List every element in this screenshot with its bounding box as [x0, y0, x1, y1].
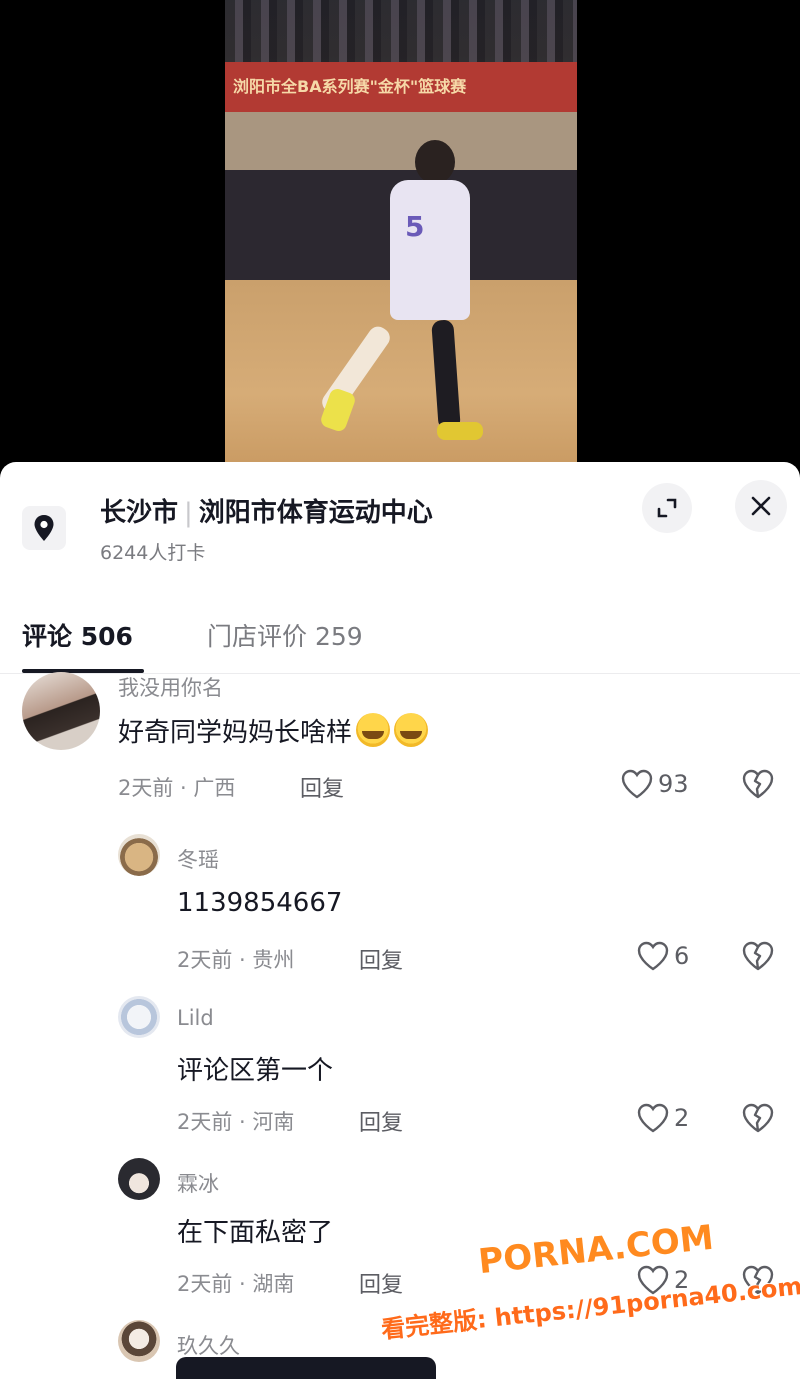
broken-heart-icon: [742, 941, 774, 971]
comment-username[interactable]: 冬瑶: [177, 844, 219, 874]
player-legs: [318, 319, 483, 440]
close-icon: [751, 496, 771, 516]
reply-button[interactable]: 回复: [359, 1105, 403, 1137]
reply-button[interactable]: 回复: [300, 771, 344, 803]
comment-list[interactable]: 我没用你名 好奇同学妈妈长啥样 2天前 · 广西 回复 93 冬瑶 113985…: [0, 672, 800, 1379]
dislike-button[interactable]: [740, 768, 776, 804]
dislike-button[interactable]: [740, 1102, 776, 1138]
heart-icon: [637, 941, 669, 971]
player-jersey: [390, 180, 470, 320]
input-bar-handle[interactable]: [176, 1357, 436, 1379]
comments-sheet: 长沙市 | 浏阳市体育运动中心 6244人打卡 评论 506 门店评价 259 我没…: [0, 462, 800, 1379]
heart-icon: [637, 1103, 669, 1133]
location-title[interactable]: 长沙市 | 浏阳市体育运动中心: [100, 492, 433, 529]
location-header[interactable]: 长沙市 | 浏阳市体育运动中心 6244人打卡: [0, 462, 800, 582]
video-crowd: [225, 0, 577, 70]
heart-icon: [637, 1265, 669, 1295]
expand-icon: [657, 498, 677, 518]
player-head: [415, 140, 455, 184]
reply-button[interactable]: 回复: [359, 1267, 403, 1299]
comment-meta: 2天前 · 湖南: [177, 1272, 295, 1296]
comment-meta: 2天前 · 贵州: [177, 948, 295, 972]
comment-meta: 2天前 · 河南: [177, 1110, 295, 1134]
player-jersey-number: 5: [405, 210, 425, 243]
video-player[interactable]: 浏阳市全BA系列赛"金杯"篮球赛 5: [0, 0, 800, 470]
like-button[interactable]: 2: [636, 1264, 689, 1296]
title-separator: |: [184, 498, 193, 528]
expand-button[interactable]: [642, 483, 692, 533]
comment-item: 霖冰 在下面私密了 2天前 · 湖南 回复 2: [0, 1158, 800, 1318]
comment-text: 1139854667: [177, 888, 343, 918]
like-button[interactable]: 93: [620, 768, 689, 800]
comment-meta: 2天前 · 广西: [118, 776, 236, 800]
avatar[interactable]: [118, 1320, 160, 1362]
broken-heart-icon: [742, 1265, 774, 1295]
close-button[interactable]: [735, 480, 787, 532]
location-venue: 浏阳市体育运动中心: [198, 498, 433, 528]
comment-item: Lild 评论区第一个 2天前 · 河南 回复 2: [0, 996, 800, 1156]
video-banner: 浏阳市全BA系列赛"金杯"篮球赛: [225, 62, 577, 112]
tab-comments[interactable]: 评论 506: [22, 617, 133, 653]
comment-text: 在下面私密了: [177, 1218, 334, 1248]
avatar[interactable]: [118, 1158, 160, 1200]
comment-username[interactable]: 我没用你名: [118, 672, 223, 702]
comment-username[interactable]: 玖久久: [177, 1330, 240, 1360]
location-pin-icon: [22, 506, 66, 550]
avatar[interactable]: [118, 834, 160, 876]
tab-store-reviews[interactable]: 门店评价 259: [207, 617, 363, 653]
comment-text: 评论区第一个: [177, 1056, 334, 1086]
crying-face-emoji-icon: [356, 713, 391, 747]
like-count: 93: [658, 770, 689, 798]
comment-item: 冬瑶 1139854667 2天前 · 贵州 回复 6: [0, 834, 800, 994]
broken-heart-icon: [742, 769, 774, 799]
like-count: 2: [674, 1104, 690, 1132]
comment-username[interactable]: Lild: [177, 1006, 214, 1030]
dislike-button[interactable]: [740, 940, 776, 976]
like-count: 2: [674, 1266, 690, 1294]
comment-item: 我没用你名 好奇同学妈妈长啥样 2天前 · 广西 回复 93: [0, 672, 800, 832]
comment-username[interactable]: 霖冰: [177, 1168, 219, 1198]
broken-heart-icon: [742, 1103, 774, 1133]
like-button[interactable]: 2: [636, 1102, 689, 1134]
heart-icon: [621, 769, 653, 799]
avatar[interactable]: [22, 672, 100, 750]
tab-bar: 评论 506 门店评价 259: [0, 607, 800, 675]
like-button[interactable]: 6: [636, 940, 689, 972]
avatar[interactable]: [118, 996, 160, 1038]
crying-face-emoji-icon: [394, 713, 429, 747]
like-count: 6: [674, 942, 690, 970]
dislike-button[interactable]: [740, 1264, 776, 1300]
reply-button[interactable]: 回复: [359, 943, 403, 975]
checkin-count: 6244人打卡: [100, 542, 206, 564]
location-city: 长沙市: [100, 498, 179, 528]
comment-text: 好奇同学妈妈长啥样: [118, 712, 429, 749]
